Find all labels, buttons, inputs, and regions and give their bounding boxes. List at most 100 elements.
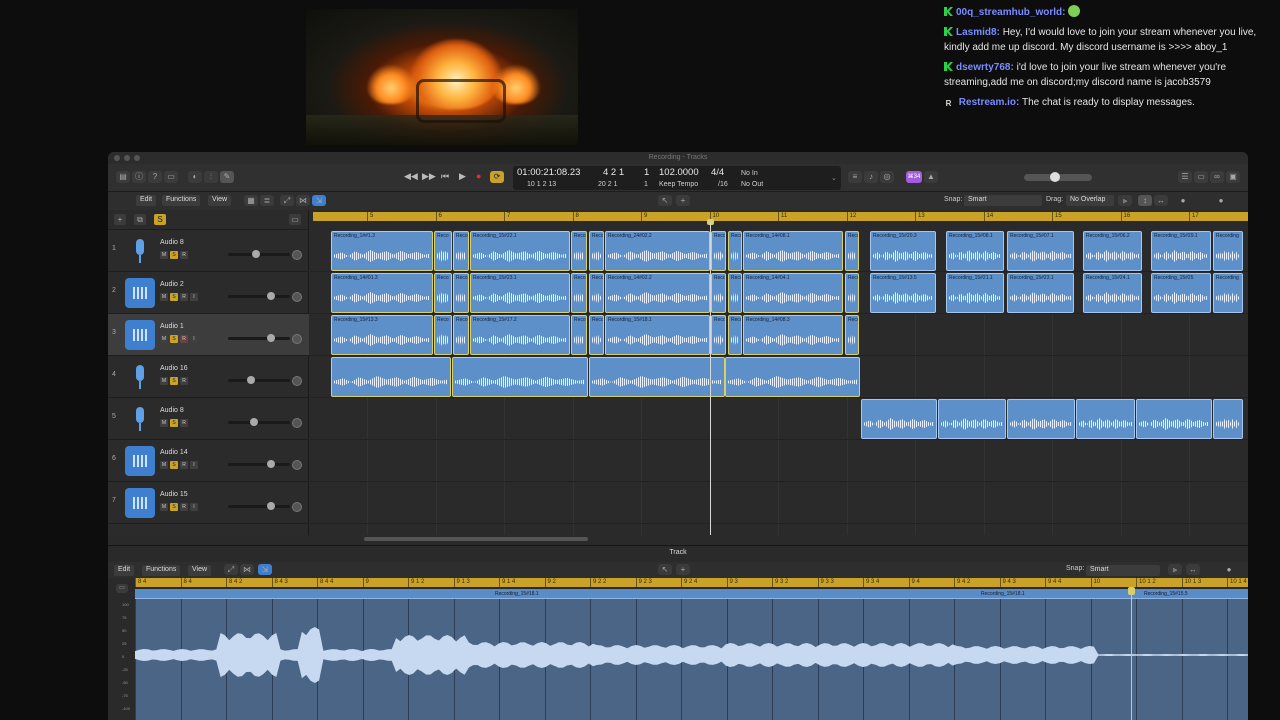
list-icon[interactable]: ▭: [1194, 171, 1208, 183]
audio-region[interactable]: Reco: [434, 315, 452, 355]
audio-region[interactable]: Recording_15#07.1: [1007, 231, 1074, 271]
record-enable-button[interactable]: R: [180, 251, 188, 259]
edit-menu[interactable]: Edit: [136, 195, 157, 206]
volume-fader[interactable]: [228, 376, 290, 384]
waveform-icon[interactable]: [125, 446, 155, 476]
editor-zoom-slider-icon[interactable]: ●: [1222, 564, 1236, 575]
secondary-tool-icon[interactable]: +: [676, 195, 690, 206]
audio-region[interactable]: [725, 357, 860, 397]
audio-region[interactable]: Reco: [589, 273, 604, 313]
volume-fader[interactable]: [228, 502, 290, 510]
track-header[interactable]: 5 Audio 8 MSR: [108, 398, 309, 440]
audio-region[interactable]: Reco: [434, 273, 452, 313]
mixer-icon[interactable]: ⫶: [204, 171, 218, 183]
input-monitor-button[interactable]: I: [190, 461, 198, 469]
library-icon[interactable]: ▤: [116, 171, 130, 183]
list-editors-icon[interactable]: ≡: [848, 171, 862, 183]
audio-region[interactable]: Recording_15#08.1: [946, 231, 1004, 271]
global-tracks-icon[interactable]: ▭: [289, 214, 301, 225]
microphone-icon[interactable]: [125, 236, 155, 266]
pan-knob[interactable]: [292, 502, 302, 512]
audio-region[interactable]: Recording_15#21.1: [946, 273, 1004, 313]
track-header[interactable]: 4 Audio 16 M S R: [108, 356, 309, 398]
editor-waveform-zoom-icon[interactable]: ⫸: [1168, 564, 1182, 575]
close-button[interactable]: [114, 155, 120, 161]
track-name[interactable]: Audio 8: [160, 407, 184, 414]
horizontal-zoom-icon[interactable]: ↔: [1154, 195, 1168, 206]
editor-automation-icon[interactable]: ⤢: [224, 564, 238, 575]
waveform-icon[interactable]: [125, 278, 155, 308]
audio-region[interactable]: [452, 357, 588, 397]
waveform-icon[interactable]: [125, 320, 155, 350]
snap-select[interactable]: Smart: [964, 195, 1042, 206]
browser-icon[interactable]: ▣: [1226, 171, 1240, 183]
record-button[interactable]: ●: [476, 171, 481, 181]
zoom-button[interactable]: [134, 155, 140, 161]
volume-knob[interactable]: [267, 292, 275, 300]
rewind-button[interactable]: ◀◀: [404, 171, 418, 182]
audio-region[interactable]: Reco: [711, 273, 726, 313]
audio-region[interactable]: Reco: [728, 231, 742, 271]
record-enable-button[interactable]: R: [180, 293, 188, 301]
track-name[interactable]: Audio 1: [160, 323, 184, 330]
audio-region[interactable]: Recording_15#06.2: [1083, 231, 1142, 271]
audio-region[interactable]: Reco: [589, 315, 604, 355]
editor-view-menu[interactable]: View: [188, 565, 212, 576]
lcd-display[interactable]: 01:00:21:08.23 4 2 1 1 102.0000 4/4 No I…: [513, 166, 841, 190]
volume-knob[interactable]: [267, 502, 275, 510]
audio-region[interactable]: Reco: [571, 315, 587, 355]
editor-snap-select[interactable]: Smart: [1086, 565, 1160, 576]
editor-secondary-tool-icon[interactable]: +: [676, 564, 690, 575]
volume-knob[interactable]: [252, 250, 260, 258]
audio-region[interactable]: Reco: [434, 231, 452, 271]
volume-fader[interactable]: [228, 334, 290, 342]
volume-fader[interactable]: [228, 250, 290, 258]
audio-region[interactable]: Reco: [589, 231, 604, 271]
functions-menu[interactable]: Functions: [162, 195, 201, 206]
pan-knob[interactable]: [292, 418, 302, 428]
master-volume-knob[interactable]: [1050, 172, 1060, 182]
track-name[interactable]: Audio 16: [160, 365, 188, 372]
audio-region[interactable]: [861, 399, 937, 439]
audio-region[interactable]: Recording_15#24.1: [1083, 273, 1142, 313]
volume-fader[interactable]: [228, 292, 290, 300]
microphone-icon[interactable]: [125, 404, 155, 434]
input-monitor-button[interactable]: I: [190, 503, 198, 511]
list-view-icon[interactable]: ≣: [260, 195, 274, 206]
audio-region[interactable]: Recording: [1213, 273, 1243, 313]
volume-fader[interactable]: [228, 418, 290, 426]
input-monitor-button[interactable]: I: [190, 293, 198, 301]
record-enable-button[interactable]: R: [180, 419, 188, 427]
audio-region[interactable]: Recording_14#08.1: [743, 231, 843, 271]
grid-view-icon[interactable]: ▦: [244, 195, 258, 206]
global-solo-icon[interactable]: S: [154, 214, 166, 225]
input-monitor-button[interactable]: I: [190, 335, 198, 343]
track-name[interactable]: Audio 2: [160, 281, 184, 288]
pan-knob[interactable]: [292, 376, 302, 386]
loops-icon[interactable]: ∞: [1210, 171, 1224, 183]
mute-button[interactable]: M: [160, 293, 168, 301]
editor-waveform-canvas[interactable]: Recording_15#18.1 Recording_15#18.1 Reco…: [135, 587, 1248, 720]
pan-knob[interactable]: [292, 250, 302, 260]
mute-button[interactable]: M: [160, 419, 168, 427]
solo-button[interactable]: S: [170, 377, 178, 385]
mute-button[interactable]: M: [160, 251, 168, 259]
track-lane[interactable]: [310, 482, 1248, 524]
pan-knob[interactable]: [292, 292, 302, 302]
audio-region[interactable]: Reco: [845, 231, 859, 271]
solo-button[interactable]: S: [170, 335, 178, 343]
vertical-zoom-icon[interactable]: ↕: [1138, 195, 1152, 206]
add-track-icon[interactable]: +: [114, 214, 126, 225]
solo-button[interactable]: S: [170, 503, 178, 511]
microphone-icon[interactable]: [125, 362, 155, 392]
forward-button[interactable]: ▶▶: [422, 171, 436, 182]
drag-select[interactable]: No Overlap: [1066, 195, 1114, 206]
audio-region[interactable]: Recording_15#17.2: [470, 315, 570, 355]
audio-region[interactable]: [589, 357, 725, 397]
solo-button[interactable]: S: [170, 293, 178, 301]
volume-fader[interactable]: [228, 460, 290, 468]
editor-pointer-tool-icon[interactable]: ↖: [658, 564, 672, 575]
inspector-icon[interactable]: ⓘ: [132, 171, 146, 183]
volume-knob[interactable]: [250, 418, 258, 426]
audio-region[interactable]: Reco: [845, 315, 859, 355]
